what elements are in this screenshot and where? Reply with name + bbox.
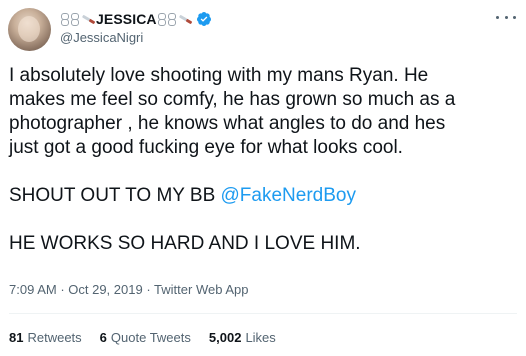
tweet-time[interactable]: 7:09 AM xyxy=(9,282,57,297)
tweet-meta: 7:09 AM · Oct 29, 2019 · Twitter Web App xyxy=(9,282,248,297)
chain-icon xyxy=(157,12,166,26)
more-options-icon[interactable] xyxy=(496,10,516,24)
chain-icon xyxy=(60,12,69,26)
tweet-text: I absolutely love shooting with my mans … xyxy=(9,64,519,256)
quote-tweets-count: 6 xyxy=(99,330,107,345)
tweet-stats: 81 Retweets 6 Quote Tweets 5,002 Likes xyxy=(9,330,294,345)
chain-icon xyxy=(167,12,176,26)
mention-link[interactable]: @FakeNerdBoy xyxy=(221,185,356,206)
knife-icon xyxy=(177,12,193,26)
retweets-label: Retweets xyxy=(27,330,82,345)
knife-icon xyxy=(80,12,96,26)
meta-separator: · xyxy=(142,282,155,297)
author-handle[interactable]: @JessicaNigri xyxy=(60,30,212,45)
tweet-date[interactable]: Oct 29, 2019 xyxy=(68,282,142,297)
likes-count: 5,002 xyxy=(208,330,242,345)
verified-badge-icon xyxy=(196,12,211,26)
tweet-paragraph: HE WORKS SO HARD AND I LOVE HIM. xyxy=(9,233,361,254)
tweet-paragraph: I absolutely love shooting with my mans … xyxy=(9,65,456,158)
tweet-card: JESSICA @JessicaNigri I absolutely love … xyxy=(0,0,526,356)
quote-tweets-stat[interactable]: 6 Quote Tweets xyxy=(100,330,191,345)
tweet-paragraph: SHOUT OUT TO MY BB @FakeNerdBoy xyxy=(9,184,519,208)
likes-stat[interactable]: 5,002 Likes xyxy=(209,330,276,345)
shout-out-text: SHOUT OUT TO MY BB xyxy=(9,185,221,206)
retweets-count: 81 xyxy=(9,330,24,345)
likes-label: Likes xyxy=(245,330,276,345)
quote-tweets-label: Quote Tweets xyxy=(110,330,191,345)
author-name-row[interactable]: JESSICA xyxy=(60,10,212,28)
divider xyxy=(9,313,517,314)
author-display-name[interactable]: JESSICA xyxy=(96,11,157,27)
tweet-client[interactable]: Twitter Web App xyxy=(154,282,248,297)
avatar[interactable] xyxy=(8,8,51,51)
meta-separator: · xyxy=(56,282,69,297)
tweet-header: JESSICA @JessicaNigri xyxy=(60,10,212,45)
retweets-stat[interactable]: 81 Retweets xyxy=(9,330,82,345)
chain-icon xyxy=(70,12,79,26)
